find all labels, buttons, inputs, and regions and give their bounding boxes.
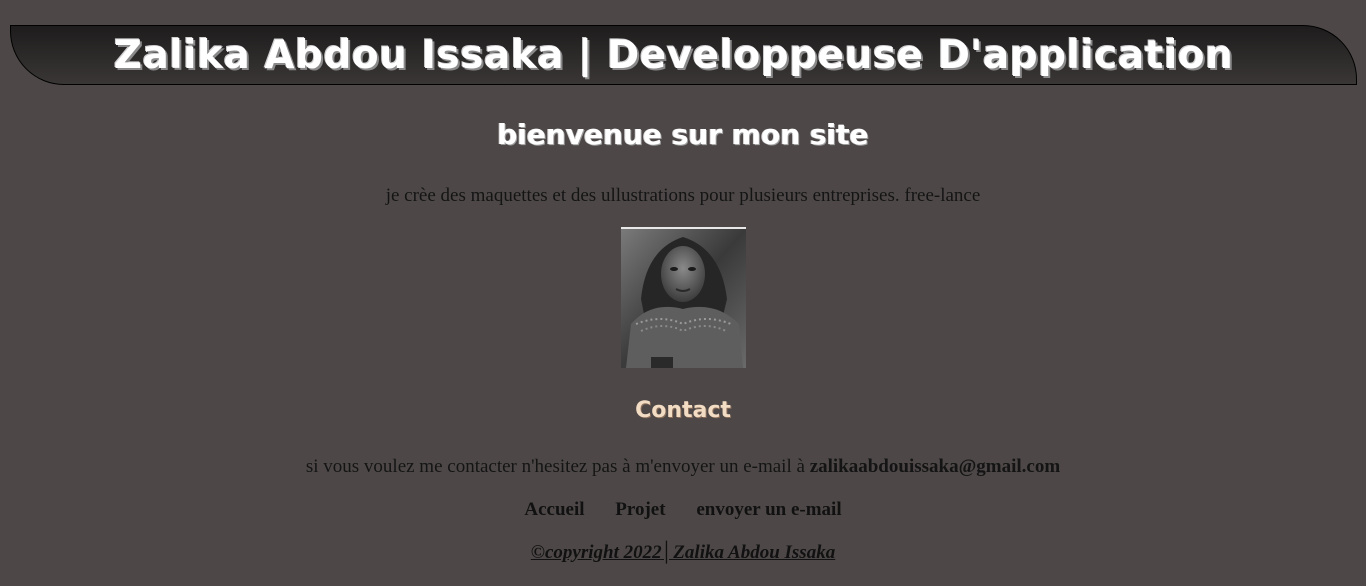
nav-link-send-email[interactable]: envoyer un e-mail — [696, 499, 841, 520]
copyright-footer: ©copyright 2022│Zalika Abdou Issaka — [530, 542, 836, 563]
contact-text: si vous voulez me contacter n'hesitez pa… — [0, 456, 1366, 478]
nav-link-accueil[interactable]: Accueil — [524, 499, 584, 520]
site-title: Zalika Abdou Issaka | Developpeuse D'app… — [113, 32, 1234, 78]
nav-link-projet[interactable]: Projet — [615, 499, 665, 520]
contact-message: si vous voulez me contacter n'hesitez pa… — [305, 456, 810, 477]
contact-email: zalikaabdouissaka@gmail.com — [809, 456, 1061, 477]
contact-heading: Contact — [635, 398, 731, 423]
profile-photo — [621, 227, 746, 368]
profile-photo-image — [621, 229, 746, 368]
site-header: Zalika Abdou Issaka | Developpeuse D'app… — [10, 25, 1357, 85]
footer-nav: Accueil Projet envoyer un e-mail — [0, 499, 1366, 521]
page: Zalika Abdou Issaka | Developpeuse D'app… — [0, 0, 1366, 586]
intro-text: je crèe des maquettes et des ullustratio… — [385, 185, 981, 206]
welcome-heading: bienvenue sur mon site — [497, 118, 869, 151]
